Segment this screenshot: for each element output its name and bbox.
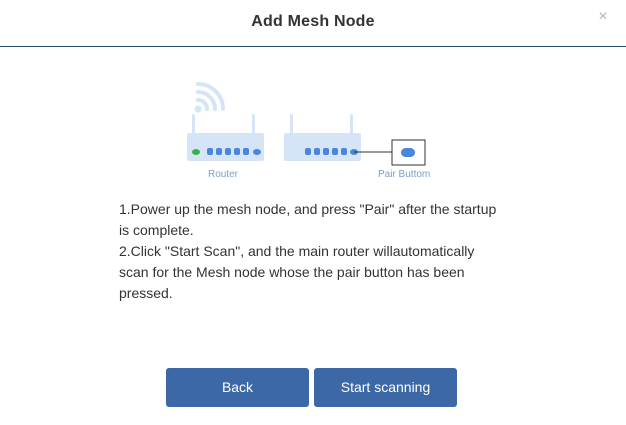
instructions: 1.Power up the mesh node, and press "Pai… (119, 199, 499, 304)
instruction-step-2: 2.Click "Start Scan", and the main route… (119, 243, 475, 301)
main-router-icon (187, 114, 264, 161)
pair-button-label: Pair Buttom (378, 169, 431, 180)
dialog-title: Add Mesh Node (251, 13, 375, 30)
router-label: Router (208, 169, 239, 180)
start-scanning-button[interactable]: Start scanning (314, 368, 457, 407)
pair-button-icon (391, 139, 426, 166)
close-icon[interactable]: × (595, 9, 611, 25)
mesh-node-icon (284, 114, 361, 161)
mesh-setup-illustration: Router Pair Buttom (180, 76, 450, 186)
add-mesh-node-dialog: Add Mesh Node × Router Pair Buttom 1.Pow… (0, 0, 626, 425)
wifi-icon (194, 82, 225, 113)
instruction-step-1: 1.Power up the mesh node, and press "Pai… (119, 201, 497, 238)
dialog-header: Add Mesh Node × (0, 0, 626, 47)
back-button[interactable]: Back (166, 368, 309, 407)
